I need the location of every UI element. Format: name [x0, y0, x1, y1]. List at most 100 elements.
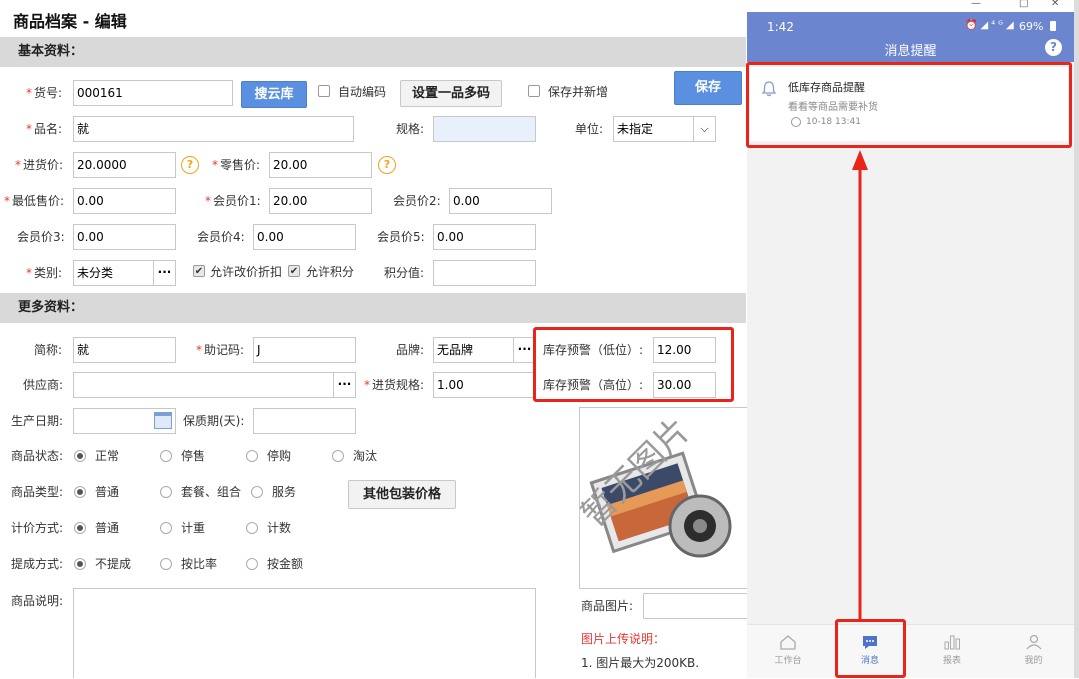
spec-label: 规格: [396, 122, 425, 136]
spec-input[interactable] [433, 116, 536, 142]
save-button[interactable]: 保存 [674, 71, 742, 105]
purchase-spec-label: * 进货规格: [364, 378, 425, 392]
abbr-input[interactable]: 就 [73, 337, 176, 363]
multi-code-button[interactable]: 设置一品多码 [400, 80, 502, 107]
phone-header: 1:42 ⏰◢⁴ᴳ◢ 69% 消息提醒 ? [747, 12, 1074, 62]
home-icon [780, 635, 796, 650]
notification-highlight [746, 62, 1072, 148]
pricing-radio-normal[interactable] [74, 522, 86, 534]
member-price3-label: 会员价3: [17, 230, 65, 244]
status-radio-obsolete[interactable] [332, 450, 344, 462]
more-icon[interactable]: ··· [153, 261, 175, 285]
type-option: 普通 [95, 485, 120, 499]
unit-label: 单位: [575, 122, 604, 136]
other-pack-price-button[interactable]: 其他包装价格 [348, 480, 456, 509]
battery-text: 69% [1019, 20, 1044, 33]
points-input[interactable] [433, 260, 536, 286]
save-and-add-checkbox[interactable] [528, 85, 540, 97]
unit-select[interactable]: 未指定 ⌵ [613, 116, 716, 142]
status-radio-stop-purchase[interactable] [246, 450, 258, 462]
status-option: 停购 [267, 449, 292, 463]
tab-label: 我的 [1024, 656, 1043, 666]
name-input[interactable]: 就 [73, 116, 354, 142]
allow-points-checkbox[interactable] [288, 265, 300, 277]
purchase-price-label: * 进货价: [15, 158, 64, 172]
type-label: 商品类型: [11, 485, 64, 499]
commission-radio-rate[interactable] [160, 558, 172, 570]
member-price2-label: 会员价2: [393, 194, 441, 208]
background-window-edge [1074, 0, 1079, 678]
calendar-icon[interactable] [154, 412, 172, 429]
member-price2-input[interactable]: 0.00 [449, 188, 552, 214]
status-radio-normal[interactable] [74, 450, 86, 462]
member-price1-input[interactable]: 20.00 [269, 188, 372, 214]
member-price4-input[interactable]: 0.00 [253, 224, 356, 250]
status-icons: ⏰◢⁴ᴳ◢ [965, 20, 1017, 31]
supplier-input[interactable]: ··· [73, 372, 356, 398]
status-radio-stop-sale[interactable] [160, 450, 172, 462]
name-label: * 品名: [26, 122, 63, 136]
tab-me[interactable]: 我的 [993, 625, 1074, 679]
min-price-label: * 最低售价: [4, 194, 65, 208]
type-radio-combo[interactable] [160, 486, 172, 498]
image-file-input[interactable] [643, 593, 748, 619]
mnemonic-label: * 助记码: [196, 343, 245, 357]
pricing-radio-count[interactable] [246, 522, 258, 534]
tab-workbench[interactable]: 工作台 [747, 625, 829, 679]
commission-option: 按金额 [267, 557, 304, 571]
purchase-spec-input[interactable]: 1.00 [433, 372, 536, 398]
help-icon[interactable]: ? [1045, 39, 1062, 56]
help-icon[interactable]: ? [378, 156, 396, 174]
commission-option: 不提成 [95, 557, 132, 571]
annotation-arrow [852, 150, 868, 620]
sku-input[interactable]: 000161 [73, 80, 233, 106]
commission-radio-none[interactable] [74, 558, 86, 570]
pricing-option: 计重 [181, 521, 206, 535]
auto-code-checkbox[interactable] [318, 85, 330, 97]
abbr-label: 简称: [34, 343, 63, 357]
brand-input[interactable]: 无品牌 ··· [433, 337, 536, 363]
type-radio-normal[interactable] [74, 486, 86, 498]
category-input[interactable]: 未分类 ··· [73, 260, 176, 286]
member-price3-input[interactable]: 0.00 [73, 224, 176, 250]
shelf-life-input[interactable] [253, 408, 356, 434]
pricing-radio-weight[interactable] [160, 522, 172, 534]
tab-reports[interactable]: 报表 [911, 625, 993, 679]
pricing-label: 计价方式: [11, 521, 64, 535]
header-title: 消息提醒 [884, 44, 937, 59]
chart-icon [944, 635, 960, 650]
retail-price-input[interactable]: 20.00 [269, 152, 372, 178]
mnemonic-input[interactable]: J [253, 337, 356, 363]
maximize-icon[interactable]: □ [1019, 0, 1028, 9]
chevron-down-icon: ⌵ [693, 117, 715, 141]
member-price1-label: * 会员价1: [205, 194, 261, 208]
commission-radio-amount[interactable] [246, 558, 258, 570]
pricing-option: 普通 [95, 521, 120, 535]
production-date-input[interactable] [73, 408, 176, 434]
sku-label: * 货号: [26, 86, 63, 100]
product-image-placeholder: 暂无图片 [579, 407, 748, 589]
search-cloud-button[interactable]: 搜云库 [241, 81, 307, 108]
more-icon[interactable]: ··· [333, 373, 355, 397]
purchase-price-input[interactable]: 20.0000 [73, 152, 176, 178]
close-icon[interactable]: ✕ [1051, 0, 1059, 9]
section-basic: 基本资料： [0, 37, 746, 67]
type-radio-service[interactable] [251, 486, 263, 498]
type-option: 套餐、组合 [181, 485, 242, 499]
allow-discount-checkbox[interactable] [193, 265, 205, 277]
production-date-label: 生产日期: [11, 414, 64, 428]
category-label: * 类别: [26, 266, 63, 280]
minimize-icon[interactable]: — [971, 0, 981, 9]
min-price-input[interactable]: 0.00 [73, 188, 176, 214]
more-icon[interactable]: ··· [513, 338, 535, 362]
help-icon[interactable]: ? [181, 156, 199, 174]
image-label: 商品图片: [581, 599, 634, 613]
page-title: 商品档案 - 编辑 [13, 12, 127, 31]
commission-option: 按比率 [181, 557, 218, 571]
status-label: 商品状态: [11, 449, 64, 463]
member-price5-input[interactable]: 0.00 [433, 224, 536, 250]
retail-price-label: * 零售价: [212, 158, 261, 172]
upload-title: 图片上传说明： [581, 632, 666, 646]
description-textarea[interactable] [73, 588, 536, 678]
status-option: 淘汰 [353, 449, 378, 463]
